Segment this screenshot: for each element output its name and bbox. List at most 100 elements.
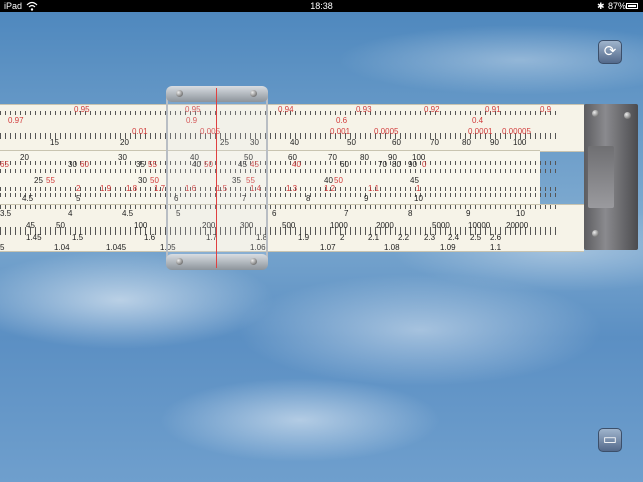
scale-label: 2 [340, 233, 345, 242]
slide-rule-icon: ▭ [602, 431, 618, 448]
scale-label: 1.7 [154, 184, 166, 193]
scale-label: 80 [462, 138, 471, 147]
scale-label: 0.97 [8, 116, 24, 125]
screw-icon [624, 112, 631, 119]
scale-label: 7 [344, 209, 349, 218]
screw-icon [592, 230, 599, 237]
cursor-top-bar [166, 86, 268, 102]
cursor-hairline [216, 88, 217, 268]
scale-label: 8 [408, 209, 413, 218]
scale-label: 1 [416, 184, 421, 193]
scale-label: 0.0005 [374, 127, 399, 136]
scale-label: 55 [46, 176, 55, 185]
scale-label: 0.001 [330, 127, 351, 136]
scale-label: 1.9 [100, 184, 112, 193]
scale-label: 10 [516, 209, 525, 218]
scale-label: 0 [422, 160, 427, 169]
bracket-plate [588, 146, 614, 208]
scale-label: 2.6 [490, 233, 502, 242]
scale-label: 0.4 [472, 116, 484, 125]
battery-percent: 87% [608, 1, 627, 11]
scale-label: 2 [76, 184, 81, 193]
scale-label: 1.08 [384, 243, 400, 252]
scale-label: 30 [68, 160, 77, 169]
screw-icon [176, 90, 183, 97]
scale-label: 90 [408, 160, 417, 169]
screw-icon [176, 258, 183, 265]
scale-label: 1.45 [26, 233, 42, 242]
scale-label: 0.01 [132, 127, 148, 136]
scale-label: 1.3 [286, 184, 298, 193]
scale-label: 40 [290, 138, 299, 147]
scale-label: 0.94 [278, 105, 294, 114]
scale-label: 55 [148, 160, 157, 169]
scale-label: 1.04 [54, 243, 70, 252]
scale-label: 5 [0, 243, 5, 252]
scale-label: 50 [347, 138, 356, 147]
scale-label: 10000 [468, 221, 491, 230]
slide-rule-cursor[interactable] [166, 86, 268, 270]
scale-label: 2.3 [424, 233, 436, 242]
scale-label: 40 [324, 176, 333, 185]
scale-label: 40 [292, 160, 301, 169]
scale-label: 100 [134, 221, 148, 230]
scale-label: 65 [0, 160, 9, 169]
screw-icon [250, 90, 257, 97]
scale-label: 2.4 [448, 233, 460, 242]
scale-label: 0.0001 [468, 127, 493, 136]
scale-label: 50 [334, 176, 343, 185]
scale-label: 0.92 [424, 105, 440, 114]
scale-label: 0.95 [74, 105, 90, 114]
scale-label: 6 [272, 209, 277, 218]
scale-label: 1.6 [144, 233, 156, 242]
scale-label: 0.9 [540, 105, 552, 114]
screw-icon [592, 110, 599, 117]
scale-label: 8 [306, 194, 311, 203]
status-bar: iPad 18:38 ✱ 87% [0, 0, 643, 12]
slide[interactable]: 65 20 30 60 30 35 55 40 50 60 70 80 90 1… [0, 150, 560, 206]
stock-top: 0.95 0.95 0.94 0.93 0.92 0.91 0.9 0.97 0… [0, 104, 584, 152]
scale-label: 1.5 [72, 233, 84, 242]
scale-label: 1.045 [106, 243, 127, 252]
scale-label: 4.5 [22, 194, 34, 203]
scale-label: 70 [328, 153, 337, 162]
cursor-bottom-bar [166, 254, 268, 270]
scale-label: 9 [364, 194, 369, 203]
scale-ticks [0, 179, 560, 191]
scale-label: 1.9 [298, 233, 310, 242]
scale-label: 3.5 [0, 209, 12, 218]
clock: 18:38 [310, 1, 333, 11]
scale-label: 1.07 [320, 243, 336, 252]
scale-label: 70 [378, 160, 387, 169]
scale-label: 50 [56, 221, 65, 230]
scale-label: 30 [138, 176, 147, 185]
scale-label: 80 [392, 160, 401, 169]
scale-label: 100 [513, 138, 527, 147]
scale-label: 4.5 [122, 209, 134, 218]
scale-label: 1.2 [324, 184, 336, 193]
scale-label: 0.91 [485, 105, 501, 114]
battery-icon [626, 3, 638, 9]
settings-button[interactable]: ▭ [598, 428, 622, 452]
scale-label: 2000 [376, 221, 394, 230]
scale-label: 90 [490, 138, 499, 147]
scale-ticks [0, 205, 560, 217]
scale-label: 25 [34, 176, 43, 185]
rotate-button[interactable]: ⟳ [598, 40, 622, 64]
scale-label: 1.09 [440, 243, 456, 252]
scale-label: 2.5 [470, 233, 482, 242]
scale-label: 10 [414, 194, 423, 203]
rotate-icon: ⟳ [603, 43, 617, 60]
scale-label: 20 [120, 138, 129, 147]
bluetooth-icon: ✱ [597, 1, 605, 11]
screw-icon [250, 258, 257, 265]
scale-label: 0.6 [336, 116, 348, 125]
scale-label: 70 [430, 138, 439, 147]
scale-label: 35 [136, 160, 145, 169]
scale-label: 2.1 [368, 233, 380, 242]
scale-label: 20 [20, 153, 29, 162]
scale-label: 4 [68, 209, 73, 218]
scale-label: 30 [118, 153, 127, 162]
scale-label: 5 [76, 194, 81, 203]
scale-label: 5000 [432, 221, 450, 230]
